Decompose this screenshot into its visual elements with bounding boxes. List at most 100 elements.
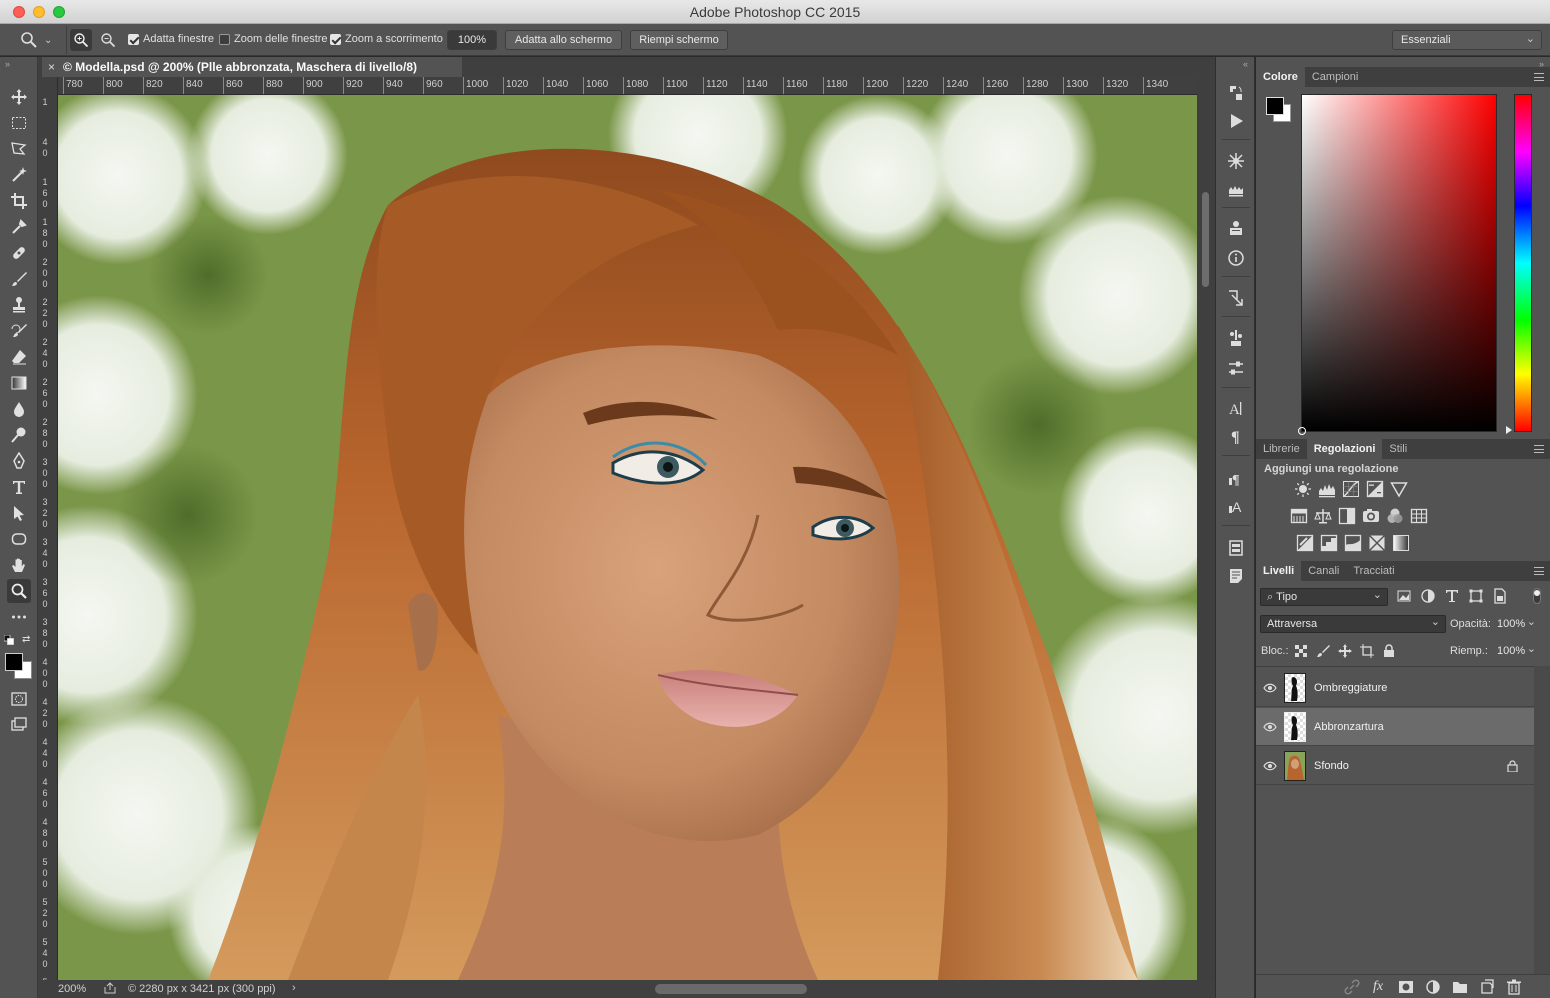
color-lookup-icon[interactable]	[1410, 507, 1428, 525]
workspace-switcher[interactable]: Essenziali ⌄	[1392, 30, 1542, 50]
default-colors-icon[interactable]	[3, 634, 14, 645]
trash-icon[interactable]	[1506, 979, 1522, 995]
zoom-all-windows-checkbox[interactable]: Zoom delle finestre	[219, 33, 328, 45]
channel-mixer-icon[interactable]	[1386, 507, 1404, 525]
brush-presets-button[interactable]	[1225, 178, 1247, 200]
tab-colore[interactable]: Colore	[1256, 67, 1305, 87]
character-styles-button[interactable]: A	[1225, 495, 1247, 517]
opacity-field[interactable]: 100%	[1490, 614, 1542, 633]
lasso-tool[interactable]	[7, 137, 31, 161]
fill-field[interactable]: 100%	[1490, 641, 1542, 660]
tab-campioni[interactable]: Campioni	[1305, 67, 1365, 87]
tool-presets-button[interactable]	[1225, 217, 1247, 239]
visibility-eye-icon[interactable]	[1256, 722, 1284, 732]
vibrance-icon[interactable]	[1390, 480, 1408, 498]
color-picker-cursor[interactable]	[1298, 427, 1306, 435]
layer-row-abbronzartura[interactable]: Abbronzartura	[1256, 708, 1534, 746]
brush-panel-button[interactable]	[1225, 150, 1247, 172]
document-canvas[interactable]	[58, 95, 1197, 980]
healing-brush-tool[interactable]	[7, 241, 31, 265]
horizontal-scrollbar-thumb[interactable]	[655, 984, 807, 994]
zoom-out-mode-button[interactable]	[97, 29, 119, 51]
fill-screen-button[interactable]: Riempi schermo	[630, 30, 728, 50]
info-panel-button[interactable]	[1225, 247, 1247, 269]
curves-icon[interactable]	[1342, 480, 1360, 498]
posterize-icon[interactable]	[1320, 534, 1338, 552]
filter-type-layers-icon[interactable]	[1444, 588, 1460, 604]
clone-source-button[interactable]	[1225, 287, 1247, 309]
scrubby-zoom-checkbox[interactable]: Zoom a scorrimento	[330, 33, 443, 45]
threshold-icon[interactable]	[1344, 534, 1362, 552]
gradient-map-icon[interactable]	[1392, 534, 1410, 552]
marquee-tool[interactable]	[7, 111, 31, 135]
tab-livelli[interactable]: Livelli	[1256, 561, 1302, 581]
filter-pixel-layers-icon[interactable]	[1396, 588, 1412, 604]
eyedropper-tool[interactable]	[7, 215, 31, 239]
tool-preset-picker[interactable]: ⌄	[20, 31, 56, 49]
filter-smart-objects-icon[interactable]	[1492, 588, 1508, 604]
quick-mask-button[interactable]	[7, 687, 31, 711]
horizontal-ruler[interactable]: 780 800 820 840 860 880 900 920 940 960 1000 1020 10…	[58, 77, 1198, 95]
tab-canali[interactable]: Canali	[1301, 561, 1346, 581]
type-tool[interactable]	[7, 475, 31, 499]
layer-style-fx-button[interactable]: fx	[1373, 979, 1383, 995]
scrollbar-thumb[interactable]	[1202, 192, 1209, 287]
invert-icon[interactable]	[1296, 534, 1314, 552]
layer-row-ombreggiature[interactable]: Ombreggiature	[1256, 669, 1534, 707]
blend-mode-select[interactable]: Attraversa	[1260, 614, 1446, 633]
lock-all-icon[interactable]	[1382, 644, 1396, 658]
layers-scrollbar[interactable]	[1534, 666, 1550, 988]
lock-image-pixels-icon[interactable]	[1316, 644, 1330, 658]
brush-tool[interactable]	[7, 267, 31, 291]
notes-panel-button[interactable]	[1225, 565, 1247, 587]
zoom-level[interactable]: 200%	[58, 983, 86, 995]
actions-panel-button[interactable]	[1225, 110, 1247, 132]
foreground-color-swatch[interactable]	[1266, 97, 1284, 115]
history-panel-button[interactable]	[1225, 82, 1247, 104]
close-icon[interactable]: ×	[48, 60, 55, 74]
layer-mask-thumbnail[interactable]	[1284, 672, 1306, 703]
color-balance-icon[interactable]	[1314, 507, 1332, 525]
paragraph-styles-button[interactable]: ¶	[1225, 467, 1247, 489]
visibility-eye-icon[interactable]	[1256, 683, 1284, 693]
add-mask-icon[interactable]	[1398, 979, 1414, 995]
move-tool[interactable]	[7, 85, 31, 109]
share-icon[interactable]	[104, 982, 116, 997]
hand-tool[interactable]	[7, 553, 31, 577]
filter-toggle[interactable]	[1533, 588, 1541, 604]
screen-mode-button[interactable]	[7, 713, 31, 737]
dodge-tool[interactable]	[7, 423, 31, 447]
photo-filter-icon[interactable]	[1362, 507, 1380, 525]
layer-image-thumbnail[interactable]	[1284, 750, 1306, 781]
blur-tool[interactable]	[7, 397, 31, 421]
hue-slider[interactable]	[1514, 94, 1532, 432]
link-layers-icon[interactable]	[1344, 979, 1360, 995]
eraser-tool[interactable]	[7, 345, 31, 369]
layer-row-sfondo[interactable]: Sfondo	[1256, 747, 1534, 785]
new-adjustment-layer-icon[interactable]	[1425, 979, 1441, 995]
zoom-in-mode-button[interactable]	[70, 29, 92, 51]
fit-windows-checkbox[interactable]: Adatta finestre	[128, 33, 214, 45]
gradient-tool[interactable]	[7, 371, 31, 395]
zoom-tool[interactable]	[7, 579, 31, 603]
zoom-percent-field[interactable]: 100%	[447, 30, 497, 50]
tab-stili[interactable]: Stili	[1382, 439, 1414, 459]
vertical-scrollbar[interactable]	[1197, 77, 1215, 982]
black-white-icon[interactable]	[1338, 507, 1356, 525]
swap-colors-icon[interactable]: ⇄	[22, 635, 32, 645]
color-picker-field[interactable]	[1298, 94, 1497, 435]
layer-name[interactable]: Abbronzartura	[1314, 721, 1384, 733]
lock-transparent-pixels-icon[interactable]	[1294, 644, 1308, 658]
quick-selection-tool[interactable]	[7, 163, 31, 187]
exposure-icon[interactable]	[1366, 480, 1384, 498]
document-tab[interactable]: × © Modella.psd @ 200% (Plle abbronzata,…	[42, 57, 462, 77]
layer-name[interactable]: Ombreggiature	[1314, 682, 1387, 694]
expand-panels-icon[interactable]: «	[1243, 59, 1248, 69]
crop-tool[interactable]	[7, 189, 31, 213]
tab-regolazioni[interactable]: Regolazioni	[1306, 439, 1383, 459]
collapse-toolbar-icon[interactable]: »	[5, 59, 10, 69]
layer-name[interactable]: Sfondo	[1314, 760, 1349, 772]
panel-menu-icon[interactable]	[1534, 567, 1544, 575]
character-panel-button[interactable]: A	[1225, 397, 1247, 419]
properties-panel-button[interactable]	[1225, 327, 1247, 349]
